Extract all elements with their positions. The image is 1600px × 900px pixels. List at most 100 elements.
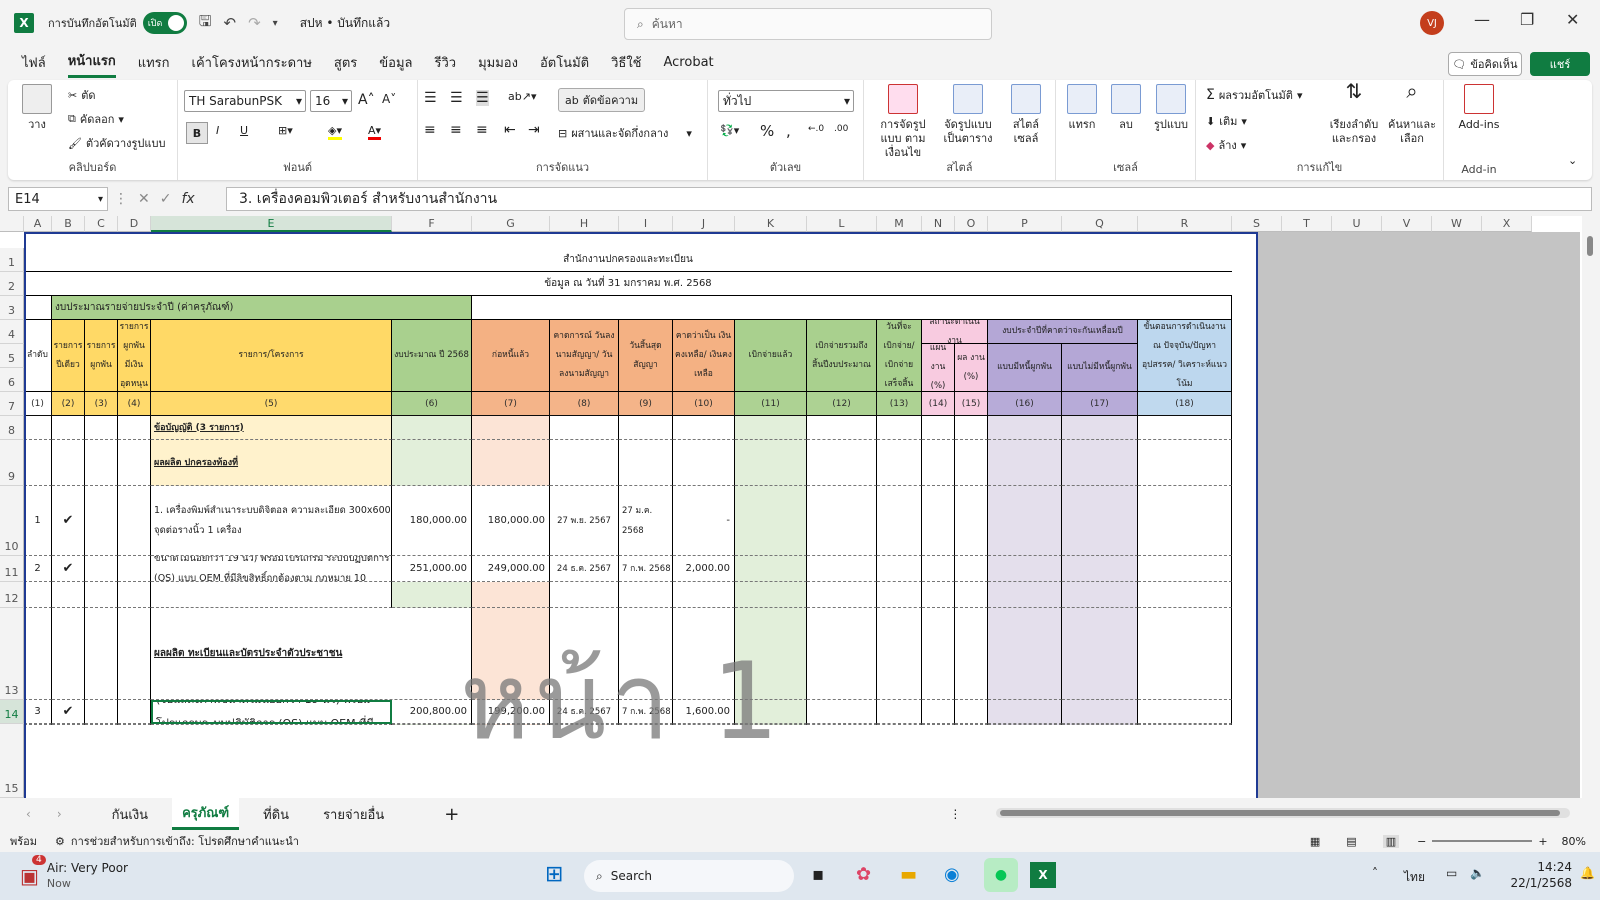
increase-decimal-icon[interactable]: ←.0	[808, 124, 824, 134]
empty-cell[interactable]	[673, 582, 735, 608]
merge-center-button[interactable]: ⊟ ผสานและจัดกึ่งกลาง ▾	[558, 124, 692, 142]
minimize-icon[interactable]: —	[1474, 10, 1490, 29]
empty-cell[interactable]	[24, 724, 52, 725]
empty-cell[interactable]	[1138, 608, 1232, 700]
cancel-icon[interactable]: ✕	[138, 191, 150, 207]
column-number[interactable]: (14)	[922, 392, 955, 416]
empty-cell[interactable]	[735, 556, 807, 582]
header-h[interactable]: คาดการณ์ วันลงนามสัญญา/ วันลงนามสัญญา	[550, 320, 619, 392]
column-number[interactable]: (3)	[85, 392, 118, 416]
item-end-date[interactable]: 7 ก.พ. 2568	[619, 700, 673, 724]
share-button[interactable]: แชร์	[1530, 52, 1590, 76]
sheet-title-1[interactable]: สำนักงานปกครองและทะเบียน	[24, 248, 1232, 272]
empty-cell[interactable]	[1062, 700, 1138, 724]
empty-cell[interactable]	[807, 416, 877, 440]
empty-cell[interactable]	[118, 486, 151, 556]
normal-view-icon[interactable]: ▦	[1310, 835, 1320, 848]
item-remaining[interactable]: 1,600.00	[673, 700, 735, 724]
page-layout-icon[interactable]: ▤	[1346, 835, 1356, 848]
vertical-scrollbar[interactable]	[1582, 216, 1600, 798]
empty-cell[interactable]	[922, 556, 955, 582]
header-g[interactable]: ก่อหนี้แล้ว	[472, 320, 550, 392]
column-header-d[interactable]: D	[118, 216, 151, 232]
menu-insert[interactable]: แทรก	[138, 48, 170, 77]
empty-cell[interactable]	[922, 440, 955, 486]
empty-cell[interactable]	[1062, 724, 1138, 725]
row-header-9[interactable]: 9	[0, 440, 24, 486]
empty-cell[interactable]	[735, 724, 807, 725]
horizontal-scrollbar[interactable]	[996, 808, 1570, 818]
column-header-i[interactable]: I	[619, 216, 673, 232]
empty-cell[interactable]	[118, 582, 151, 608]
empty-cell[interactable]	[24, 582, 52, 608]
format-painter-button[interactable]: 🖌 ตัวคัดวางรูปแบบ	[68, 134, 165, 152]
empty-cell[interactable]	[392, 440, 472, 486]
row-header-8[interactable]: 8	[0, 416, 24, 440]
excel-app-icon[interactable]: X	[1030, 862, 1056, 888]
redo-icon[interactable]: ↷	[248, 14, 261, 32]
column-header-v[interactable]: V	[1382, 216, 1432, 232]
fill-color-icon[interactable]: ◈▾	[328, 124, 342, 140]
item-committed[interactable]: 199,200.00	[472, 700, 550, 724]
zoom-slider[interactable]	[1432, 840, 1533, 842]
empty-cell[interactable]	[988, 440, 1062, 486]
column-header-s[interactable]: S	[1232, 216, 1282, 232]
empty-cell[interactable]	[877, 608, 922, 700]
item-number[interactable]: 1	[24, 486, 52, 556]
column-header-c[interactable]: C	[85, 216, 118, 232]
column-header-p[interactable]: P	[988, 216, 1062, 232]
empty-cell[interactable]	[85, 582, 118, 608]
column-header-k[interactable]: K	[735, 216, 807, 232]
empty-cell[interactable]	[52, 724, 85, 725]
item-budget[interactable]: 200,800.00	[392, 700, 472, 724]
font-size-select[interactable]: 16 ▾	[310, 90, 352, 112]
tab-land[interactable]: ที่ดิน	[253, 800, 299, 829]
empty-cell[interactable]	[619, 608, 673, 700]
empty-cell[interactable]	[673, 440, 735, 486]
restore-icon[interactable]: ❐	[1520, 10, 1534, 29]
empty-cell[interactable]	[472, 440, 550, 486]
column-header-n[interactable]: N	[922, 216, 955, 232]
align-center-icon[interactable]: ≡	[450, 122, 462, 138]
column-number[interactable]: (18)	[1138, 392, 1232, 416]
empty-cell[interactable]	[1062, 608, 1138, 700]
column-header-l[interactable]: L	[807, 216, 877, 232]
item-description[interactable]: 3. เครื่องคอมพิวเตอร์ สำหรับงานสำนักงาน …	[151, 700, 392, 724]
font-color-icon[interactable]: A▾	[368, 124, 382, 140]
volume-icon[interactable]: 🔈	[1470, 866, 1485, 880]
align-middle-icon[interactable]: ☰	[450, 90, 463, 106]
empty-cell[interactable]	[392, 416, 472, 440]
weather-widget[interactable]: ▣ 4 Air: Very Poor Now	[20, 855, 128, 891]
item-remaining[interactable]: -	[673, 486, 735, 556]
empty-cell[interactable]	[877, 440, 922, 486]
line-app-icon[interactable]: ●	[984, 858, 1018, 892]
sort-filter-button[interactable]: ⇅ เรียงลำดับ และกรอง	[1326, 81, 1382, 146]
empty-cell[interactable]	[85, 440, 118, 486]
column-number[interactable]: (8)	[550, 392, 619, 416]
empty-cell[interactable]	[85, 608, 118, 700]
empty-cell[interactable]	[988, 724, 1062, 725]
empty-cell[interactable]	[922, 700, 955, 724]
currency-icon[interactable]: 💱▾	[720, 124, 739, 137]
zoom-level[interactable]: 80%	[1562, 835, 1586, 848]
empty-cell[interactable]	[1062, 486, 1138, 556]
empty-cell[interactable]	[550, 582, 619, 608]
notification-icon[interactable]: 🔔	[1580, 866, 1595, 880]
header-b[interactable]: รายการ ปีเดียว	[52, 320, 85, 392]
header-plan[interactable]: แผน งาน (%)	[922, 344, 955, 392]
item-number[interactable]: 2	[24, 556, 52, 582]
empty-cell[interactable]	[955, 556, 988, 582]
header-m[interactable]: วันที่จะ เบิกจ่าย/ เบิกจ่าย เสร็จสิ้น	[877, 320, 922, 392]
input-language[interactable]: ไทย	[1404, 868, 1425, 887]
tab-next-icon[interactable]: ›	[57, 807, 62, 821]
empty-cell[interactable]	[807, 582, 877, 608]
empty-cell[interactable]	[85, 724, 118, 725]
empty-cell[interactable]	[673, 608, 735, 700]
column-number[interactable]: (15)	[955, 392, 988, 416]
empty-cell[interactable]	[1138, 724, 1232, 725]
row-header-6[interactable]: 6	[0, 368, 24, 392]
edge-icon[interactable]: ◉	[944, 864, 960, 885]
tab-equipment[interactable]: ครุภัณฑ์	[172, 798, 240, 830]
empty-cell[interactable]	[955, 700, 988, 724]
empty-cell[interactable]	[955, 440, 988, 486]
